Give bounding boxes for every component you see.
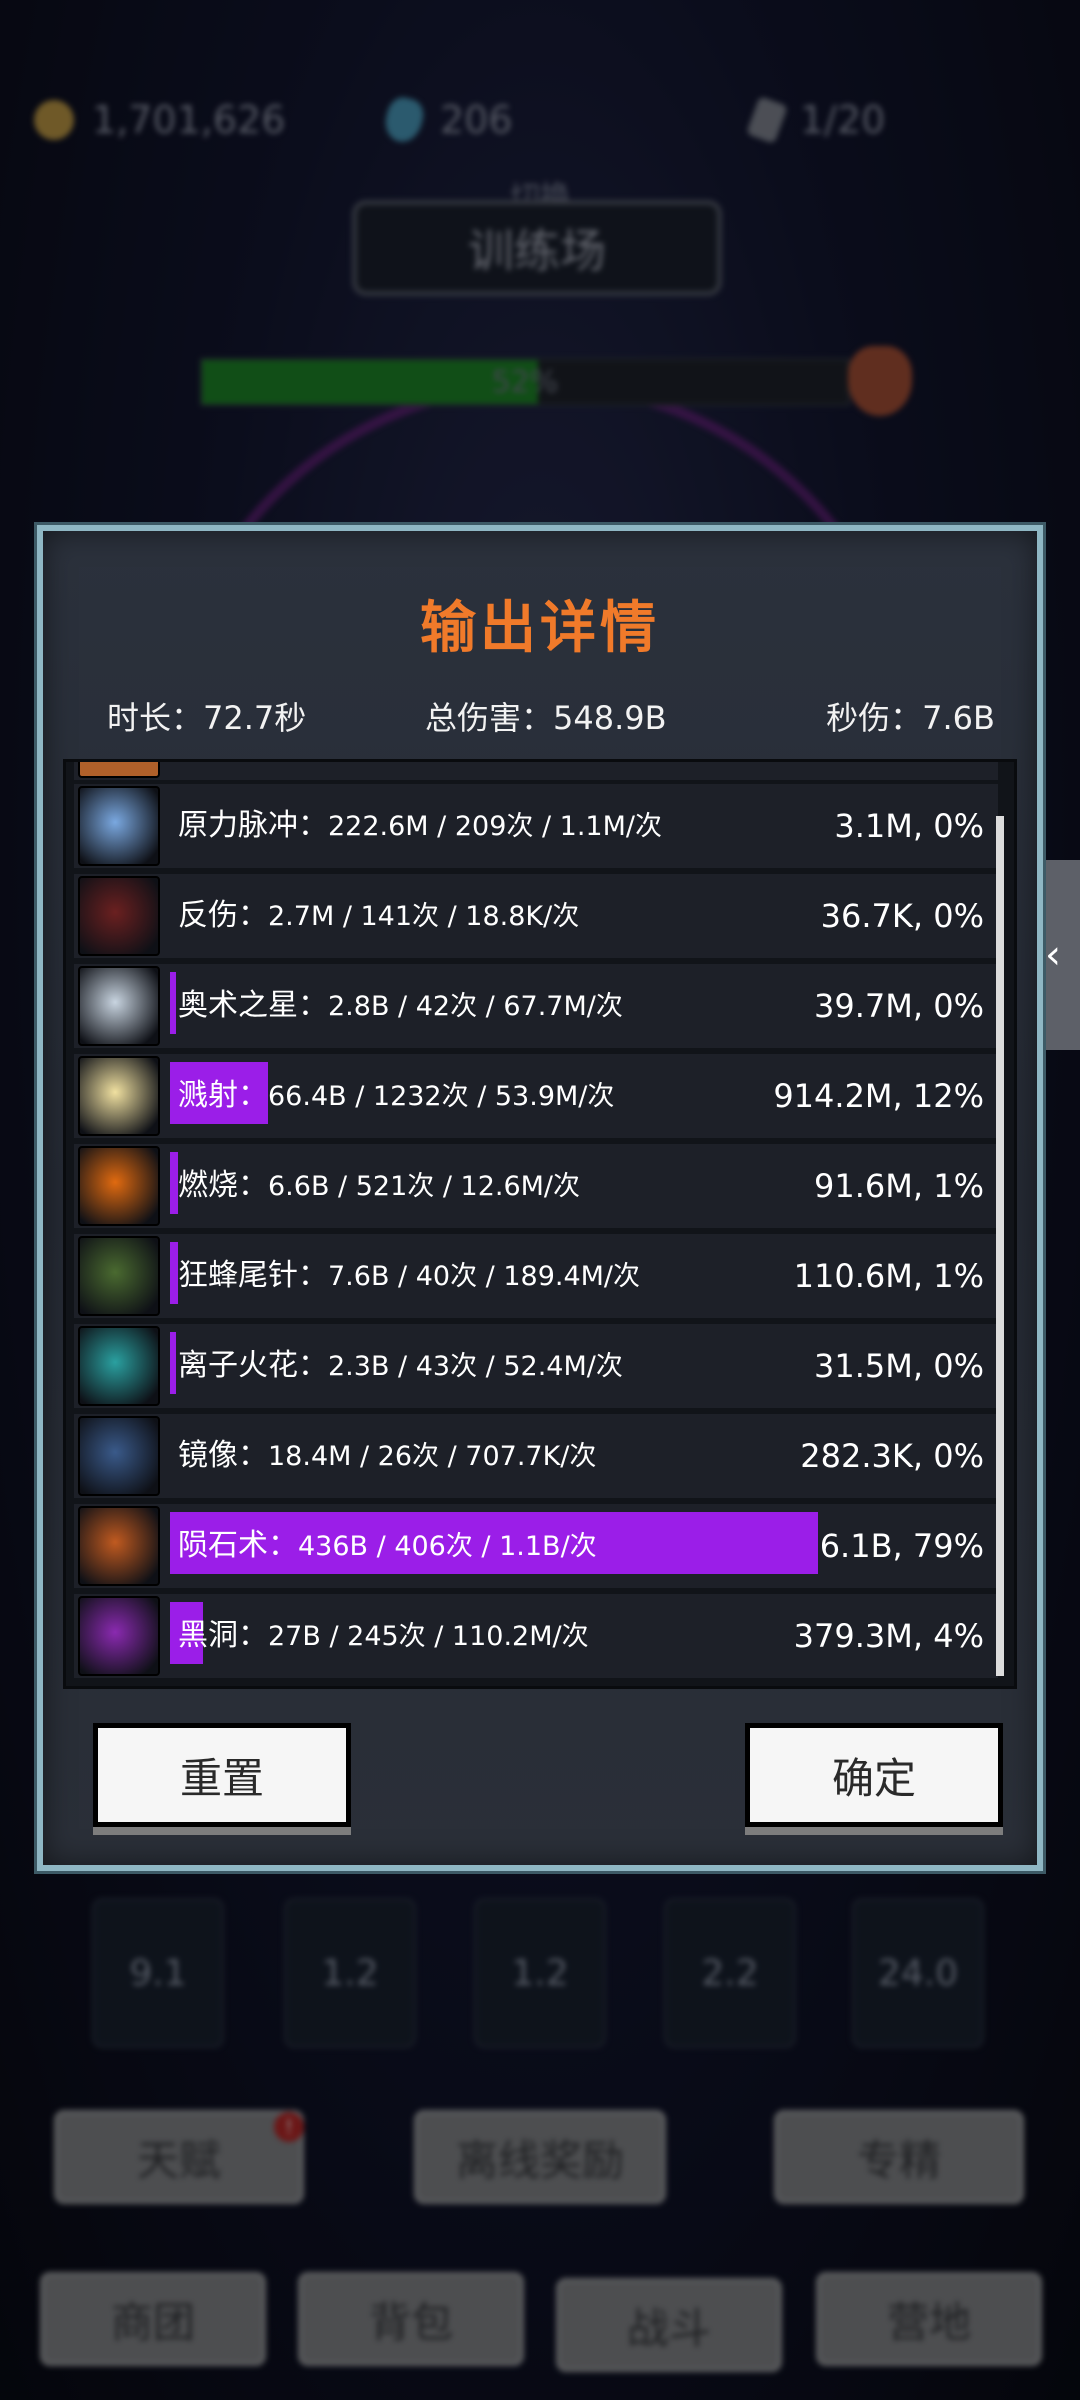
list-item-skill: 奥术之星：2.8B / 42次 / 67.7M/次 39.7M, 0% — [74, 964, 998, 1048]
damage-share-bar — [170, 972, 176, 1034]
force-pulse-icon — [78, 786, 160, 866]
skill-name: 狂蜂尾针： — [178, 1258, 328, 1293]
skill-dps-share: 31.5M, 0% — [814, 1347, 984, 1385]
skill-name: 陨石术： — [178, 1528, 298, 1563]
skill-detail: 436B / 406次 / 1.1B/次 — [298, 1531, 597, 1562]
black-hole-icon — [78, 1596, 160, 1676]
list-item-skill: 镜像：18.4M / 26次 / 707.7K/次 282.3K, 0% — [74, 1414, 998, 1498]
skill-name: 奥术之星： — [178, 988, 328, 1023]
skill-stats: 狂蜂尾针：7.6B / 40次 / 189.4M/次 — [178, 1234, 640, 1318]
list-item-skill: 原力脉冲：222.6M / 209次 / 1.1M/次 3.1M, 0% — [74, 784, 998, 868]
burn-icon — [78, 1146, 160, 1226]
duration-stat: 时长：72.7秒 — [107, 699, 307, 737]
skill-dps-share: 39.7M, 0% — [814, 987, 984, 1025]
list-item-skill: 狂蜂尾针：7.6B / 40次 / 189.4M/次 110.6M, 1% — [74, 1234, 998, 1318]
damage-share-bar — [170, 1152, 178, 1214]
skill-stats: 奥术之星：2.8B / 42次 / 67.7M/次 — [178, 964, 623, 1048]
confirm-button[interactable]: 确定 — [745, 1723, 1003, 1827]
list-item-skill: 陨石术：436B / 406次 / 1.1B/次 6.1B, 79% — [74, 1504, 998, 1588]
damage-details-dialog: 输出详情 时长：72.7秒 总伤害：548.9B 秒伤：7.6B 原力脉冲：22… — [37, 525, 1043, 1871]
skill-damage-list[interactable]: 原力脉冲：222.6M / 209次 / 1.1M/次 3.1M, 0% 反伤：2.… — [63, 759, 1017, 1689]
skill-stats: 黑洞：27B / 245次 / 110.2M/次 — [178, 1594, 589, 1678]
skill-detail: 27B / 245次 / 110.2M/次 — [268, 1621, 589, 1652]
skill-name: 反伤： — [178, 898, 268, 933]
splash-icon — [78, 1056, 160, 1136]
skill-name: 离子火花： — [178, 1348, 328, 1383]
skill-name: 溅射： — [178, 1078, 268, 1113]
reset-button[interactable]: 重置 — [93, 1723, 351, 1827]
list-item-skill: 溅射：66.4B / 1232次 / 53.9M/次 914.2M, 12% — [74, 1054, 998, 1138]
scrollbar-thumb[interactable] — [996, 816, 1004, 1676]
skill-dps-share: 282.3K, 0% — [800, 1437, 984, 1475]
skill-stats: 离子火花：2.3B / 43次 / 52.4M/次 — [178, 1324, 623, 1408]
skill-dps-share: 914.2M, 12% — [773, 1077, 984, 1115]
list-item-skill: 离子火花：2.3B / 43次 / 52.4M/次 31.5M, 0% — [74, 1324, 998, 1408]
meteor-icon — [78, 1506, 160, 1586]
damage-share-bar — [170, 1332, 176, 1394]
list-item-partial — [74, 762, 998, 780]
partial-skill-icon — [78, 762, 160, 778]
arcane-star-icon — [78, 966, 160, 1046]
bee-sting-icon — [78, 1236, 160, 1316]
skill-dps-share: 91.6M, 1% — [814, 1167, 984, 1205]
skill-dps-share: 6.1B, 79% — [819, 1527, 984, 1565]
skill-dps-share: 379.3M, 4% — [793, 1617, 984, 1655]
skill-stats: 陨石术：436B / 406次 / 1.1B/次 — [178, 1504, 597, 1588]
skill-dps-share: 110.6M, 1% — [793, 1257, 984, 1295]
skill-detail: 7.6B / 40次 / 189.4M/次 — [328, 1261, 641, 1292]
skill-name: 黑洞： — [178, 1618, 268, 1653]
list-item-skill: 黑洞：27B / 245次 / 110.2M/次 379.3M, 4% — [74, 1594, 998, 1678]
skill-detail: 222.6M / 209次 / 1.1M/次 — [328, 811, 662, 842]
skill-detail: 2.8B / 42次 / 67.7M/次 — [328, 991, 623, 1022]
skill-detail: 18.4M / 26次 / 707.7K/次 — [268, 1441, 597, 1472]
chevron-left-icon: ‹ — [1045, 932, 1061, 978]
skill-stats: 燃烧：6.6B / 521次 / 12.6M/次 — [178, 1144, 580, 1228]
mirror-image-icon — [78, 1416, 160, 1496]
dps-stat: 秒伤：7.6B — [826, 699, 995, 737]
skill-dps-share: 3.1M, 0% — [834, 807, 984, 845]
dialog-title: 输出详情 — [420, 596, 660, 661]
skill-name: 镜像： — [178, 1438, 268, 1473]
damage-share-bar — [170, 1242, 178, 1304]
skill-stats: 镜像：18.4M / 26次 / 707.7K/次 — [178, 1414, 596, 1498]
list-item-skill: 反伤：2.7M / 141次 / 18.8K/次 36.7K, 0% — [74, 874, 998, 958]
skill-stats: 溅射：66.4B / 1232次 / 53.9M/次 — [178, 1054, 614, 1138]
skill-detail: 2.7M / 141次 / 18.8K/次 — [268, 901, 580, 932]
thorns-icon — [78, 876, 160, 956]
skill-detail: 66.4B / 1232次 / 53.9M/次 — [268, 1081, 615, 1112]
skill-detail: 2.3B / 43次 / 52.4M/次 — [328, 1351, 623, 1382]
skill-stats: 反伤：2.7M / 141次 / 18.8K/次 — [178, 874, 579, 958]
skill-stats: 原力脉冲：222.6M / 209次 / 1.1M/次 — [178, 784, 662, 868]
skill-dps-share: 36.7K, 0% — [820, 897, 984, 935]
skill-detail: 6.6B / 521次 / 12.6M/次 — [268, 1171, 581, 1202]
total-damage-stat: 总伤害：548.9B — [425, 699, 667, 737]
list-item-skill: 燃烧：6.6B / 521次 / 12.6M/次 91.6M, 1% — [74, 1144, 998, 1228]
skill-name: 原力脉冲： — [178, 808, 328, 843]
skill-name: 燃烧： — [178, 1168, 268, 1203]
ion-spark-icon — [78, 1326, 160, 1406]
